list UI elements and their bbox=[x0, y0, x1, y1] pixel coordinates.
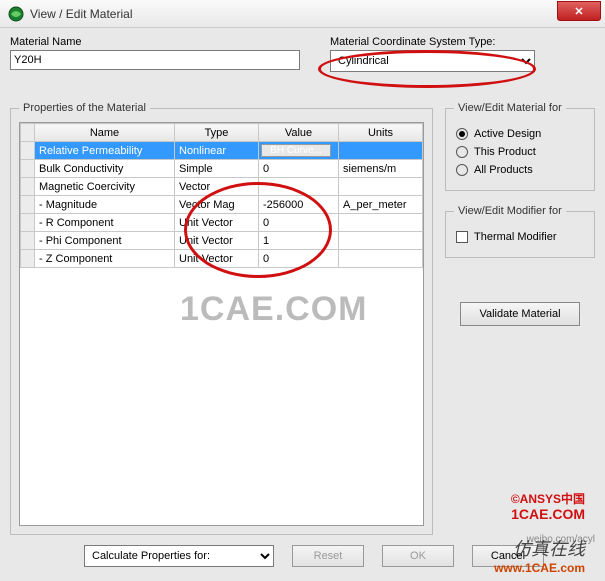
cell-units[interactable] bbox=[339, 250, 423, 268]
cell-value[interactable]: 0 bbox=[259, 160, 339, 178]
row-handle[interactable] bbox=[21, 214, 35, 232]
cell-name[interactable]: Magnetic Coercivity bbox=[35, 178, 175, 196]
header-value[interactable]: Value bbox=[259, 124, 339, 142]
view-edit-for-fieldset: View/Edit Material for Active Design This… bbox=[445, 102, 595, 191]
row-handle[interactable] bbox=[21, 196, 35, 214]
cell-name[interactable]: Relative Permeability bbox=[35, 142, 175, 160]
row-handle[interactable] bbox=[21, 142, 35, 160]
bh-curve-button[interactable]: BH Curve... bbox=[261, 144, 331, 157]
header-type[interactable]: Type bbox=[175, 124, 259, 142]
close-icon: ✕ bbox=[574, 5, 583, 18]
properties-table: Name Type Value Units Relative Permeabil… bbox=[20, 123, 423, 268]
table-row[interactable]: - Phi ComponentUnit Vector1 bbox=[21, 232, 423, 250]
close-button[interactable]: ✕ bbox=[557, 1, 601, 21]
header-units[interactable]: Units bbox=[339, 124, 423, 142]
row-handle[interactable] bbox=[21, 250, 35, 268]
app-icon bbox=[8, 6, 24, 22]
cell-type[interactable]: Unit Vector bbox=[175, 214, 259, 232]
cell-value[interactable]: BH Curve... bbox=[259, 142, 339, 160]
properties-fieldset: Properties of the Material Name Type Val… bbox=[10, 102, 433, 535]
watermark-1cae2: 1CAE.COM bbox=[511, 506, 585, 522]
cell-type[interactable]: Nonlinear bbox=[175, 142, 259, 160]
properties-legend: Properties of the Material bbox=[19, 102, 150, 114]
cell-units[interactable]: A_per_meter bbox=[339, 196, 423, 214]
radio-label: This Product bbox=[474, 146, 536, 158]
cell-units[interactable]: siemens/m bbox=[339, 160, 423, 178]
cell-units[interactable] bbox=[339, 178, 423, 196]
radio-all-products[interactable]: All Products bbox=[456, 164, 584, 176]
cell-type[interactable]: Unit Vector bbox=[175, 250, 259, 268]
validate-material-button[interactable]: Validate Material bbox=[460, 302, 580, 326]
row-handle[interactable] bbox=[21, 160, 35, 178]
table-row[interactable]: Magnetic CoercivityVector bbox=[21, 178, 423, 196]
window-title: View / Edit Material bbox=[30, 7, 133, 21]
cell-name[interactable]: Bulk Conductivity bbox=[35, 160, 175, 178]
radio-label: Active Design bbox=[474, 128, 541, 140]
watermark-url: www.1CAE.com bbox=[494, 561, 585, 575]
cell-type[interactable]: Vector bbox=[175, 178, 259, 196]
watermark-ansys: ©ANSYS中国 bbox=[511, 490, 585, 507]
radio-dot[interactable] bbox=[456, 146, 468, 158]
cell-name[interactable]: - Magnitude bbox=[35, 196, 175, 214]
properties-table-wrap[interactable]: Name Type Value Units Relative Permeabil… bbox=[19, 122, 424, 526]
table-row[interactable]: - MagnitudeVector Mag-256000A_per_meter bbox=[21, 196, 423, 214]
cell-type[interactable]: Simple bbox=[175, 160, 259, 178]
material-name-label: Material Name bbox=[10, 36, 310, 48]
table-row[interactable]: - R ComponentUnit Vector0 bbox=[21, 214, 423, 232]
coord-type-select[interactable]: Cylindrical bbox=[330, 50, 535, 72]
cell-name[interactable]: - R Component bbox=[35, 214, 175, 232]
table-row[interactable]: Bulk ConductivitySimple0siemens/m bbox=[21, 160, 423, 178]
view-edit-for-legend: View/Edit Material for bbox=[454, 102, 566, 114]
radio-dot[interactable] bbox=[456, 128, 468, 140]
reset-button[interactable]: Reset bbox=[292, 545, 364, 567]
ok-button[interactable]: OK bbox=[382, 545, 454, 567]
cell-type[interactable]: Vector Mag bbox=[175, 196, 259, 214]
cell-units[interactable] bbox=[339, 232, 423, 250]
thermal-checkbox[interactable] bbox=[456, 231, 468, 243]
coord-type-label: Material Coordinate System Type: bbox=[330, 36, 595, 48]
cell-value[interactable]: 1 bbox=[259, 232, 339, 250]
cell-value[interactable] bbox=[259, 178, 339, 196]
cell-units[interactable] bbox=[339, 142, 423, 160]
cell-name[interactable]: - Z Component bbox=[35, 250, 175, 268]
cell-value[interactable]: 0 bbox=[259, 250, 339, 268]
cell-units[interactable] bbox=[339, 214, 423, 232]
calculate-properties-select[interactable]: Calculate Properties for: bbox=[84, 545, 274, 567]
material-name-input[interactable] bbox=[10, 50, 300, 70]
thermal-label: Thermal Modifier bbox=[474, 231, 557, 243]
thermal-modifier-row[interactable]: Thermal Modifier bbox=[456, 231, 584, 243]
cell-name[interactable]: - Phi Component bbox=[35, 232, 175, 250]
modifier-fieldset: View/Edit Modifier for Thermal Modifier bbox=[445, 205, 595, 258]
row-handle[interactable] bbox=[21, 178, 35, 196]
radio-active-design[interactable]: Active Design bbox=[456, 128, 584, 140]
row-handle[interactable] bbox=[21, 232, 35, 250]
radio-this-product[interactable]: This Product bbox=[456, 146, 584, 158]
modifier-legend: View/Edit Modifier for bbox=[454, 205, 566, 217]
watermark-chinese: 仿真在线 bbox=[513, 535, 585, 561]
titlebar: View / Edit Material ✕ bbox=[0, 0, 605, 28]
radio-label: All Products bbox=[474, 164, 533, 176]
table-row[interactable]: - Z ComponentUnit Vector0 bbox=[21, 250, 423, 268]
header-name[interactable]: Name bbox=[35, 124, 175, 142]
cell-type[interactable]: Unit Vector bbox=[175, 232, 259, 250]
table-row[interactable]: Relative PermeabilityNonlinearBH Curve..… bbox=[21, 142, 423, 160]
cell-value[interactable]: -256000 bbox=[259, 196, 339, 214]
radio-dot[interactable] bbox=[456, 164, 468, 176]
header-rowhead bbox=[21, 124, 35, 142]
cell-value[interactable]: 0 bbox=[259, 214, 339, 232]
